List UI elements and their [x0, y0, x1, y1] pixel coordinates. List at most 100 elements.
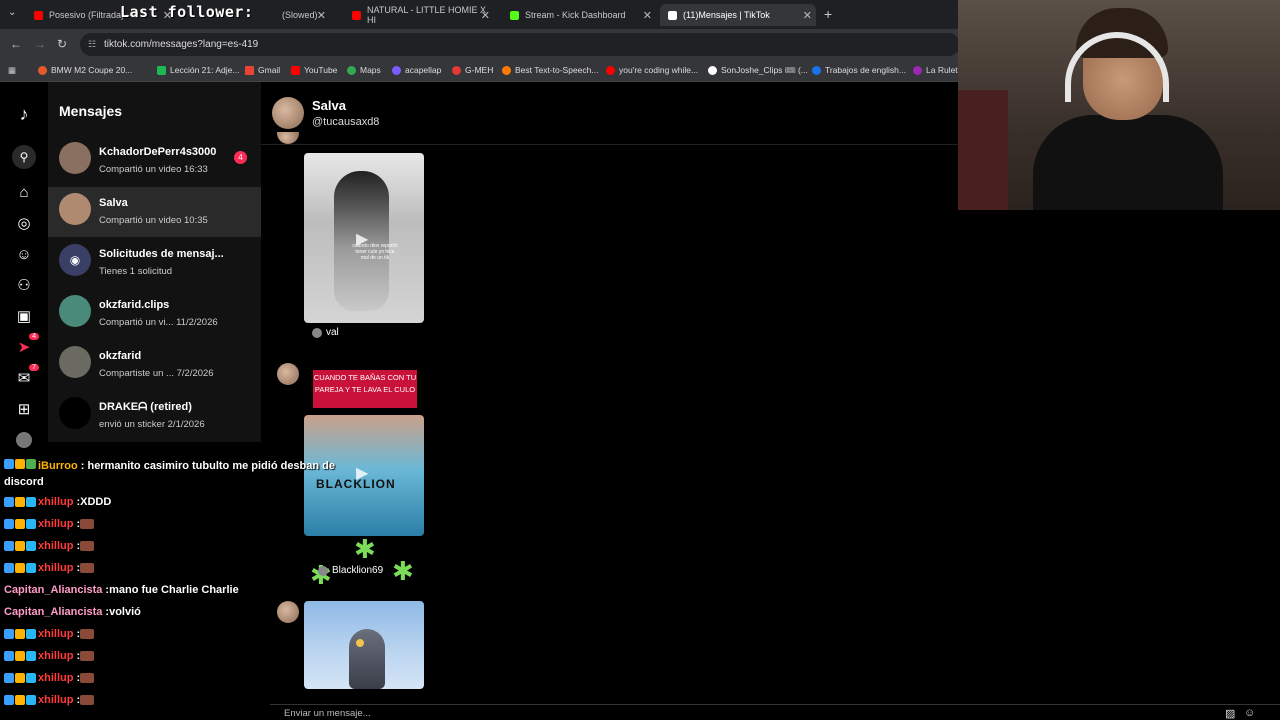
conversation-name: KchadorDePerr4s3000 — [99, 146, 217, 158]
avatar — [59, 397, 91, 429]
chat-username: xhillup — [38, 496, 74, 508]
webcam-background — [958, 90, 1008, 210]
site-info-icon[interactable]: ☷ — [88, 39, 96, 50]
following-icon[interactable]: ☺ — [14, 244, 34, 264]
gmail-icon — [245, 65, 254, 75]
tiktok-logo-icon[interactable]: ♪ — [14, 104, 34, 124]
bookmark-youtube[interactable]: YouTube — [291, 65, 337, 75]
badge-icon — [15, 497, 25, 507]
tab-search-icon[interactable]: ⌄ — [8, 7, 16, 18]
bookmark-label: YouTube — [304, 65, 338, 75]
tab-kick-dashboard[interactable]: Stream - Kick Dashboard ✕ — [502, 4, 656, 26]
reload-icon[interactable]: ↻ — [57, 37, 67, 51]
pigeon-figure — [349, 629, 385, 689]
play-icon: ▶ — [356, 231, 369, 248]
bookmark-leccion[interactable]: Lección 21: Adje... — [157, 65, 239, 75]
bookmark-label: Gmail — [258, 65, 281, 75]
avatar — [277, 363, 299, 385]
conversation-item[interactable]: okzfarid Compartiste un ... 7/2/2026 — [48, 340, 261, 390]
bookmark-favicon — [38, 65, 47, 75]
chat-message: Capitan_Aliancista: mano fue Charlie Cha… — [4, 584, 239, 596]
youtube-icon — [352, 10, 361, 20]
forward-icon[interactable]: → — [34, 37, 46, 51]
url-text: tiktok.com/messages?lang=es-419 — [104, 39, 259, 50]
requests-icon: ◉ — [59, 244, 91, 276]
bookmark-gmail[interactable]: Gmail — [245, 65, 280, 75]
tab-label: NATURAL - LITTLE HOMIE X HI — [367, 5, 487, 25]
search-icon[interactable]: ⚲ — [12, 145, 36, 169]
image-icon[interactable]: ▨ — [1225, 707, 1235, 720]
emoji-icon[interactable]: ☺ — [1244, 707, 1255, 719]
upload-icon[interactable]: ⊞ — [14, 399, 34, 419]
home-icon[interactable]: ⌂ — [14, 182, 34, 202]
maps-icon — [347, 65, 356, 75]
user-badges — [4, 541, 36, 551]
message-input[interactable]: Enviar un mensaje... ▨ ☺ — [270, 704, 1280, 720]
author-avatar — [318, 565, 328, 576]
chat-contact-name[interactable]: Salva — [312, 98, 346, 113]
bookmark-sonjoshe[interactable]: SonJoshe_Clips 🎟 (... — [708, 65, 808, 76]
friends-icon[interactable]: ⚇ — [14, 275, 34, 295]
badge-icon — [26, 629, 36, 639]
badge-icon — [26, 519, 36, 529]
activity-icon[interactable]: ➤ 4 — [14, 333, 39, 357]
new-tab-button[interactable]: + — [824, 6, 832, 22]
badge-icon — [15, 563, 25, 573]
avatar — [59, 295, 91, 327]
bookmark-label: La Ruleta — [926, 65, 963, 75]
conversation-name: okzfarid — [99, 350, 142, 362]
bookmark-bmw[interactable]: BMW M2 Coupe 20... — [38, 65, 132, 75]
chat-username: xhillup — [38, 628, 74, 640]
chat-username: xhillup — [38, 672, 74, 684]
close-tab-icon[interactable]: ✕ — [317, 9, 326, 22]
tab-natural[interactable]: NATURAL - LITTLE HOMIE X HI ✕ — [344, 4, 494, 26]
conversation-item[interactable]: okzfarid.clips Compartió un vi... 11/2/2… — [48, 289, 261, 339]
conversation-preview: Compartió un vi... 11/2/2026 — [99, 317, 218, 328]
chat-message: xhillup: XDDD — [4, 496, 111, 508]
avatar[interactable] — [272, 97, 304, 129]
bookmark-ruleta[interactable]: La Ruleta — [913, 65, 962, 75]
messages-icon[interactable]: ✉ 7 — [14, 364, 39, 388]
emote-icon — [80, 629, 95, 639]
badge-icon — [4, 497, 14, 507]
bookmark-favicon — [913, 65, 922, 75]
bookmark-acapellap[interactable]: acapellap — [392, 65, 441, 75]
close-tab-icon[interactable]: ✕ — [481, 9, 490, 22]
bookmark-label: G-MEH — [465, 65, 494, 75]
badge-icon — [4, 651, 14, 661]
profile-avatar[interactable] — [16, 432, 32, 448]
shared-video-thumbnail[interactable] — [304, 601, 424, 689]
bookmark-tts[interactable]: Best Text-to-Speech... — [502, 65, 598, 75]
live-icon[interactable]: ▣ — [14, 306, 34, 326]
user-badges — [4, 459, 36, 469]
bookmark-gmeh[interactable]: G-MEH — [452, 65, 493, 75]
close-tab-icon[interactable]: ✕ — [803, 9, 812, 22]
bookmark-label: Best Text-to-Speech... — [515, 65, 599, 75]
bookmark-maps[interactable]: Maps — [347, 65, 381, 75]
pigeon-eye — [356, 639, 364, 647]
back-icon[interactable]: ← — [10, 37, 22, 51]
conversation-item[interactable]: KchadorDePerr4s3000 Compartió un video 1… — [48, 136, 261, 186]
emote-icon — [80, 541, 95, 551]
explore-icon[interactable]: ◎ — [14, 213, 34, 233]
url-field[interactable]: ☷ tiktok.com/messages?lang=es-419 — [80, 33, 960, 56]
badge-icon — [26, 541, 36, 551]
conversation-item-selected[interactable]: Salva Compartió un video 10:35 — [48, 187, 261, 237]
shared-video-thumbnail[interactable]: cuando dios repartió tener culo yo hice … — [304, 153, 424, 323]
tab-tiktok-messages[interactable]: (11)Mensajes | TikTok ✕ — [660, 4, 816, 26]
message-input-placeholder: Enviar un mensaje... — [284, 708, 371, 719]
conversation-item[interactable]: DRAKEᗩ (retired) envió un sticker 2/1/20… — [48, 391, 261, 441]
close-tab-icon[interactable]: ✕ — [643, 9, 652, 22]
bookmark-trabajos[interactable]: Trabajos de english... — [812, 65, 906, 75]
bookmark-label: SonJoshe_Clips 🎟 (... — [721, 65, 808, 75]
message-requests-item[interactable]: ◉ Solicitudes de mensaj... Tienes 1 soli… — [48, 238, 261, 288]
bookmark-coding[interactable]: you're coding while... — [606, 65, 698, 75]
apps-grid-icon[interactable]: ▦ — [8, 65, 16, 76]
chat-message: xhillup: — [4, 628, 95, 640]
conversation-name: Salva — [99, 197, 128, 209]
user-badges — [4, 519, 36, 529]
badge-icon — [4, 695, 14, 705]
badge-icon — [26, 695, 36, 705]
author-name: Blacklion69 — [332, 565, 384, 576]
chat-message: xhillup: — [4, 650, 95, 662]
